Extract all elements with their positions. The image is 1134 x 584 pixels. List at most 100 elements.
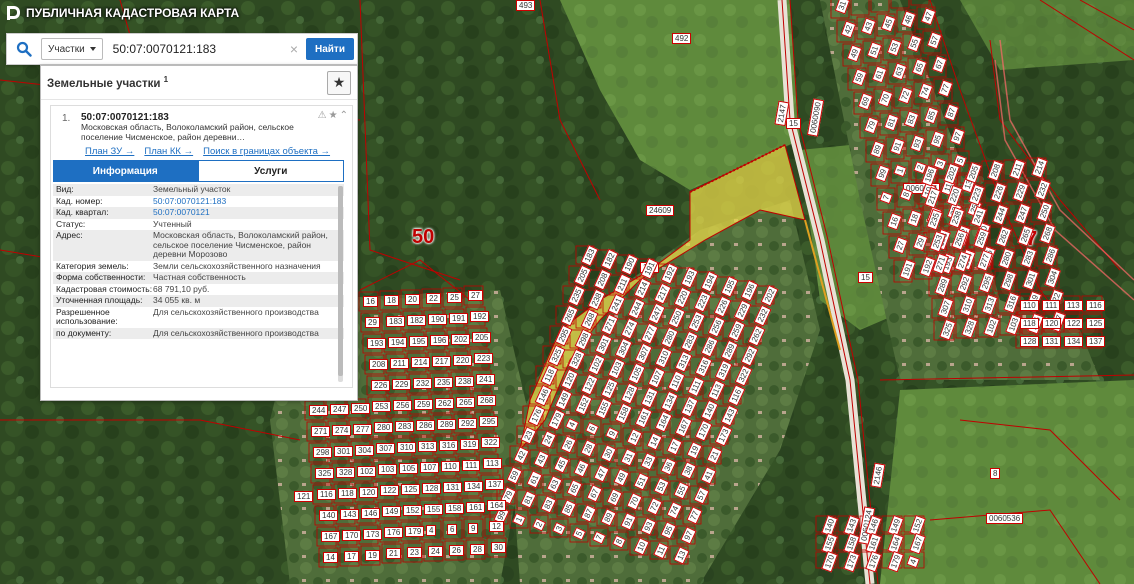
parcel-number-label[interactable]: 149 bbox=[382, 506, 402, 517]
parcel-number-label[interactable]: 23 bbox=[407, 547, 422, 558]
parcel-number-label[interactable]: 137 bbox=[485, 479, 505, 490]
parcel-number-label[interactable]: 192 bbox=[470, 311, 490, 322]
info-value-link[interactable]: 50:07:0070121:183 bbox=[153, 196, 341, 207]
parcel-number-label[interactable]: 247 bbox=[330, 404, 350, 415]
parcel-number-label[interactable]: 277 bbox=[353, 424, 373, 435]
parcel-number-label[interactable]: 16 bbox=[363, 296, 378, 307]
parcel-number-label[interactable]: 164 bbox=[487, 500, 507, 511]
parcel-number-label[interactable]: 322 bbox=[481, 437, 501, 448]
parcel-number-label[interactable]: 328 bbox=[336, 467, 356, 478]
parcel-number-label[interactable]: 15 bbox=[858, 272, 873, 283]
parcel-number-label[interactable]: 122 bbox=[1064, 318, 1084, 329]
parcel-number-label[interactable]: 307 bbox=[376, 443, 396, 454]
search-type-select[interactable]: Участки bbox=[41, 38, 103, 60]
parcel-number-label[interactable]: 28 bbox=[470, 544, 485, 555]
tab-information[interactable]: Информация bbox=[53, 160, 198, 182]
parcel-number-label[interactable]: 292 bbox=[458, 418, 478, 429]
parcel-number-label[interactable]: 0060536 bbox=[986, 513, 1024, 524]
parcel-number-label[interactable]: 176 bbox=[384, 527, 404, 538]
parcel-number-label[interactable]: 18 bbox=[384, 295, 399, 306]
parcel-number-label[interactable]: 131 bbox=[1042, 336, 1062, 347]
info-value-link[interactable]: 50:07:0070121 bbox=[153, 207, 341, 218]
parcel-number-label[interactable]: 118 bbox=[338, 488, 357, 499]
parcel-number-label[interactable]: 12 bbox=[489, 521, 504, 532]
result-card[interactable]: 1. 50:07:0070121:183 Московская область,… bbox=[50, 105, 353, 388]
parcel-number-label[interactable]: 24609 bbox=[646, 205, 675, 216]
parcel-number-label[interactable]: 493 bbox=[516, 0, 536, 11]
parcel-number-label[interactable]: 4 bbox=[426, 525, 437, 536]
parcel-number-label[interactable]: 238 bbox=[455, 376, 475, 387]
parcel-number-label[interactable]: 134 bbox=[1064, 336, 1084, 347]
tab-services[interactable]: Услуги bbox=[197, 160, 344, 182]
parcel-number-label[interactable]: 120 bbox=[1042, 318, 1062, 329]
parcel-number-label[interactable]: 15 bbox=[786, 118, 801, 129]
parcel-number-label[interactable]: 289 bbox=[437, 419, 457, 430]
search-in-bounds-link[interactable]: Поиск в границах объекта → bbox=[203, 146, 330, 157]
parcel-number-label[interactable]: 190 bbox=[428, 314, 448, 325]
parcel-number-label[interactable]: 22 bbox=[426, 293, 441, 304]
parcel-number-label[interactable]: 116 bbox=[317, 489, 336, 500]
parcel-number-label[interactable]: 283 bbox=[395, 421, 415, 432]
parcel-number-label[interactable]: 143 bbox=[340, 509, 360, 520]
parcel-number-label[interactable]: 167 bbox=[321, 531, 341, 542]
parcel-number-label[interactable]: 9 bbox=[468, 523, 479, 534]
parcel-number-label[interactable]: 244 bbox=[309, 405, 329, 416]
parcel-number-label[interactable]: 271 bbox=[311, 426, 331, 437]
parcel-number-label[interactable]: 182 bbox=[407, 315, 427, 326]
parcel-number-label[interactable]: 319 bbox=[460, 439, 480, 450]
parcel-number-label[interactable]: 161 bbox=[466, 502, 486, 513]
info-scrollbar[interactable] bbox=[338, 186, 343, 382]
parcel-number-label[interactable]: 492 bbox=[672, 33, 692, 44]
parcel-number-label[interactable]: 24 bbox=[428, 546, 443, 557]
parcel-number-label[interactable]: 316 bbox=[439, 440, 459, 451]
parcel-number-label[interactable]: 259 bbox=[414, 399, 434, 410]
clear-icon[interactable]: × bbox=[286, 41, 302, 57]
find-button[interactable]: Найти bbox=[306, 38, 354, 60]
plan-zu-link[interactable]: План ЗУ → bbox=[85, 146, 134, 157]
parcel-number-label[interactable]: 235 bbox=[434, 377, 454, 388]
parcel-number-label[interactable]: 137 bbox=[1086, 336, 1106, 347]
parcel-number-label[interactable]: 128 bbox=[1020, 336, 1040, 347]
parcel-number-label[interactable]: 102 bbox=[357, 466, 377, 477]
parcel-number-label[interactable]: 214 bbox=[411, 357, 431, 368]
parcel-number-label[interactable]: 140 bbox=[319, 510, 339, 521]
parcel-number-label[interactable]: 301 bbox=[334, 446, 354, 457]
parcel-number-label[interactable]: 131 bbox=[443, 482, 463, 493]
parcel-number-label[interactable]: 29 bbox=[365, 317, 380, 328]
parcel-number-label[interactable]: 202 bbox=[451, 334, 471, 345]
parcel-number-label[interactable]: 155 bbox=[424, 504, 444, 515]
parcel-number-label[interactable]: 223 bbox=[474, 353, 494, 364]
parcel-number-label[interactable]: 134 bbox=[464, 481, 484, 492]
search-icon[interactable] bbox=[7, 34, 41, 64]
parcel-number-label[interactable]: 116 bbox=[1086, 300, 1105, 311]
parcel-number-label[interactable]: 27 bbox=[468, 290, 483, 301]
favorites-button[interactable]: ★ bbox=[327, 70, 351, 95]
parcel-number-label[interactable]: 125 bbox=[1086, 318, 1106, 329]
parcel-number-label[interactable]: 6 bbox=[447, 524, 458, 535]
parcel-number-label[interactable]: 21 bbox=[386, 548, 401, 559]
parcel-number-label[interactable]: 110 bbox=[441, 461, 460, 472]
parcel-number-label[interactable]: 111 bbox=[462, 460, 481, 471]
parcel-number-label[interactable]: 229 bbox=[392, 379, 412, 390]
parcel-number-label[interactable]: 196 bbox=[430, 335, 450, 346]
parcel-number-label[interactable]: 105 bbox=[399, 463, 419, 474]
plan-kk-link[interactable]: План КК → bbox=[144, 146, 193, 157]
parcel-number-label[interactable]: 173 bbox=[363, 529, 383, 540]
parcel-number-label[interactable]: 193 bbox=[367, 338, 387, 349]
parcel-number-label[interactable]: 325 bbox=[315, 468, 335, 479]
parcel-number-label[interactable]: 146 bbox=[361, 508, 381, 519]
parcel-number-label[interactable]: 110 bbox=[1020, 300, 1039, 311]
parcel-number-label[interactable]: 211 bbox=[390, 358, 409, 369]
parcel-number-label[interactable]: 30 bbox=[491, 542, 506, 553]
parcel-number-label[interactable]: 26 bbox=[449, 545, 464, 556]
parcel-number-label[interactable]: 268 bbox=[477, 395, 497, 406]
parcel-number-label[interactable]: 262 bbox=[435, 398, 455, 409]
parcel-number-label[interactable]: 195 bbox=[409, 336, 429, 347]
parcel-number-label[interactable]: 103 bbox=[378, 464, 398, 475]
parcel-number-label[interactable]: 8 bbox=[990, 468, 1001, 479]
parcel-number-label[interactable]: 298 bbox=[313, 447, 333, 458]
parcel-number-label[interactable]: 280 bbox=[374, 422, 394, 433]
parcel-number-label[interactable]: 118 bbox=[1020, 318, 1039, 329]
parcel-number-label[interactable]: 120 bbox=[359, 487, 379, 498]
parcel-number-label[interactable]: 183 bbox=[386, 316, 406, 327]
